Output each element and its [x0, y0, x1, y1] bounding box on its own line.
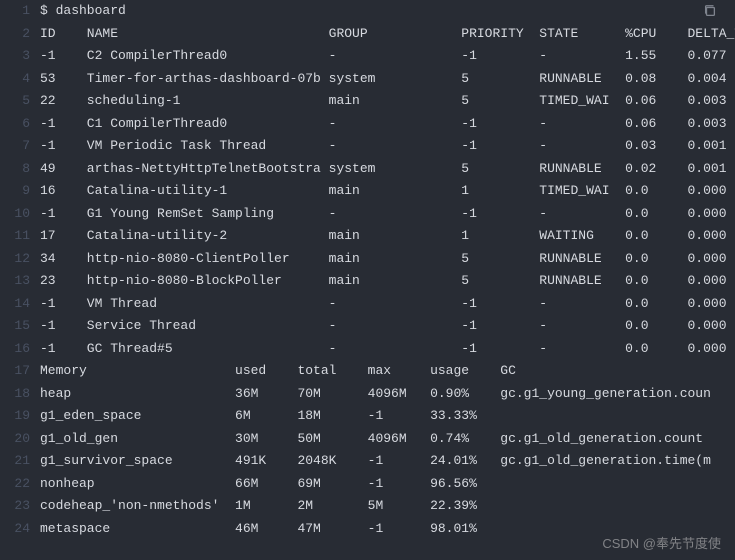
code-line: codeheap_'non-nmethods' 1M 2M 5M 22.39% [40, 495, 735, 518]
line-number: 21 [0, 450, 30, 473]
code-line: 53 Timer-for-arthas-dashboard-07b system… [40, 68, 735, 91]
line-number: 18 [0, 383, 30, 406]
line-number: 8 [0, 158, 30, 181]
line-number: 11 [0, 225, 30, 248]
line-number: 13 [0, 270, 30, 293]
code-line: -1 G1 Young RemSet Sampling - -1 - 0.0 0… [40, 203, 735, 226]
code-line: -1 VM Periodic Task Thread - -1 - 0.03 0… [40, 135, 735, 158]
code-line: -1 GC Thread#5 - -1 - 0.0 0.000 [40, 338, 735, 361]
code-line: -1 C1 CompilerThread0 - -1 - 0.06 0.003 [40, 113, 735, 136]
line-number: 19 [0, 405, 30, 428]
code-line: 49 arthas-NettyHttpTelnetBootstra system… [40, 158, 735, 181]
code-line: Memory used total max usage GC [40, 360, 735, 383]
code-content: $ dashboardID NAME GROUP PRIORITY STATE … [40, 0, 735, 560]
line-number: 22 [0, 473, 30, 496]
line-number: 12 [0, 248, 30, 271]
code-line: 16 Catalina-utility-1 main 1 TIMED_WAI 0… [40, 180, 735, 203]
code-line: 34 http-nio-8080-ClientPoller main 5 RUN… [40, 248, 735, 271]
line-number: 20 [0, 428, 30, 451]
line-number: 23 [0, 495, 30, 518]
line-number: 15 [0, 315, 30, 338]
watermark: CSDN @奉先节度使 [602, 533, 721, 552]
code-line: -1 VM Thread - -1 - 0.0 0.000 [40, 293, 735, 316]
code-line: 23 http-nio-8080-BlockPoller main 5 RUNN… [40, 270, 735, 293]
code-line: ID NAME GROUP PRIORITY STATE %CPU DELTA_… [40, 23, 735, 46]
line-number: 17 [0, 360, 30, 383]
line-number: 24 [0, 518, 30, 541]
code-line: $ dashboard [40, 0, 735, 23]
line-number: 9 [0, 180, 30, 203]
code-line: g1_eden_space 6M 18M -1 33.33% [40, 405, 735, 428]
line-number: 5 [0, 90, 30, 113]
line-number-gutter: 123456789101112131415161718192021222324 [0, 0, 40, 560]
code-line: nonheap 66M 69M -1 96.56% [40, 473, 735, 496]
line-number: 3 [0, 45, 30, 68]
line-number: 7 [0, 135, 30, 158]
line-number: 4 [0, 68, 30, 91]
line-number: 6 [0, 113, 30, 136]
code-line: -1 Service Thread - -1 - 0.0 0.000 [40, 315, 735, 338]
code-line: g1_old_gen 30M 50M 4096M 0.74% gc.g1_old… [40, 428, 735, 451]
line-number: 16 [0, 338, 30, 361]
code-line: heap 36M 70M 4096M 0.90% gc.g1_young_gen… [40, 383, 735, 406]
code-line: 17 Catalina-utility-2 main 1 WAITING 0.0… [40, 225, 735, 248]
line-number: 14 [0, 293, 30, 316]
code-editor: 123456789101112131415161718192021222324 … [0, 0, 735, 560]
line-number: 10 [0, 203, 30, 226]
line-number: 2 [0, 23, 30, 46]
code-line: g1_survivor_space 491K 2048K -1 24.01% g… [40, 450, 735, 473]
code-line: -1 C2 CompilerThread0 - -1 - 1.55 0.077 [40, 45, 735, 68]
copy-icon[interactable] [703, 4, 717, 18]
code-line: 22 scheduling-1 main 5 TIMED_WAI 0.06 0.… [40, 90, 735, 113]
line-number: 1 [0, 0, 30, 23]
